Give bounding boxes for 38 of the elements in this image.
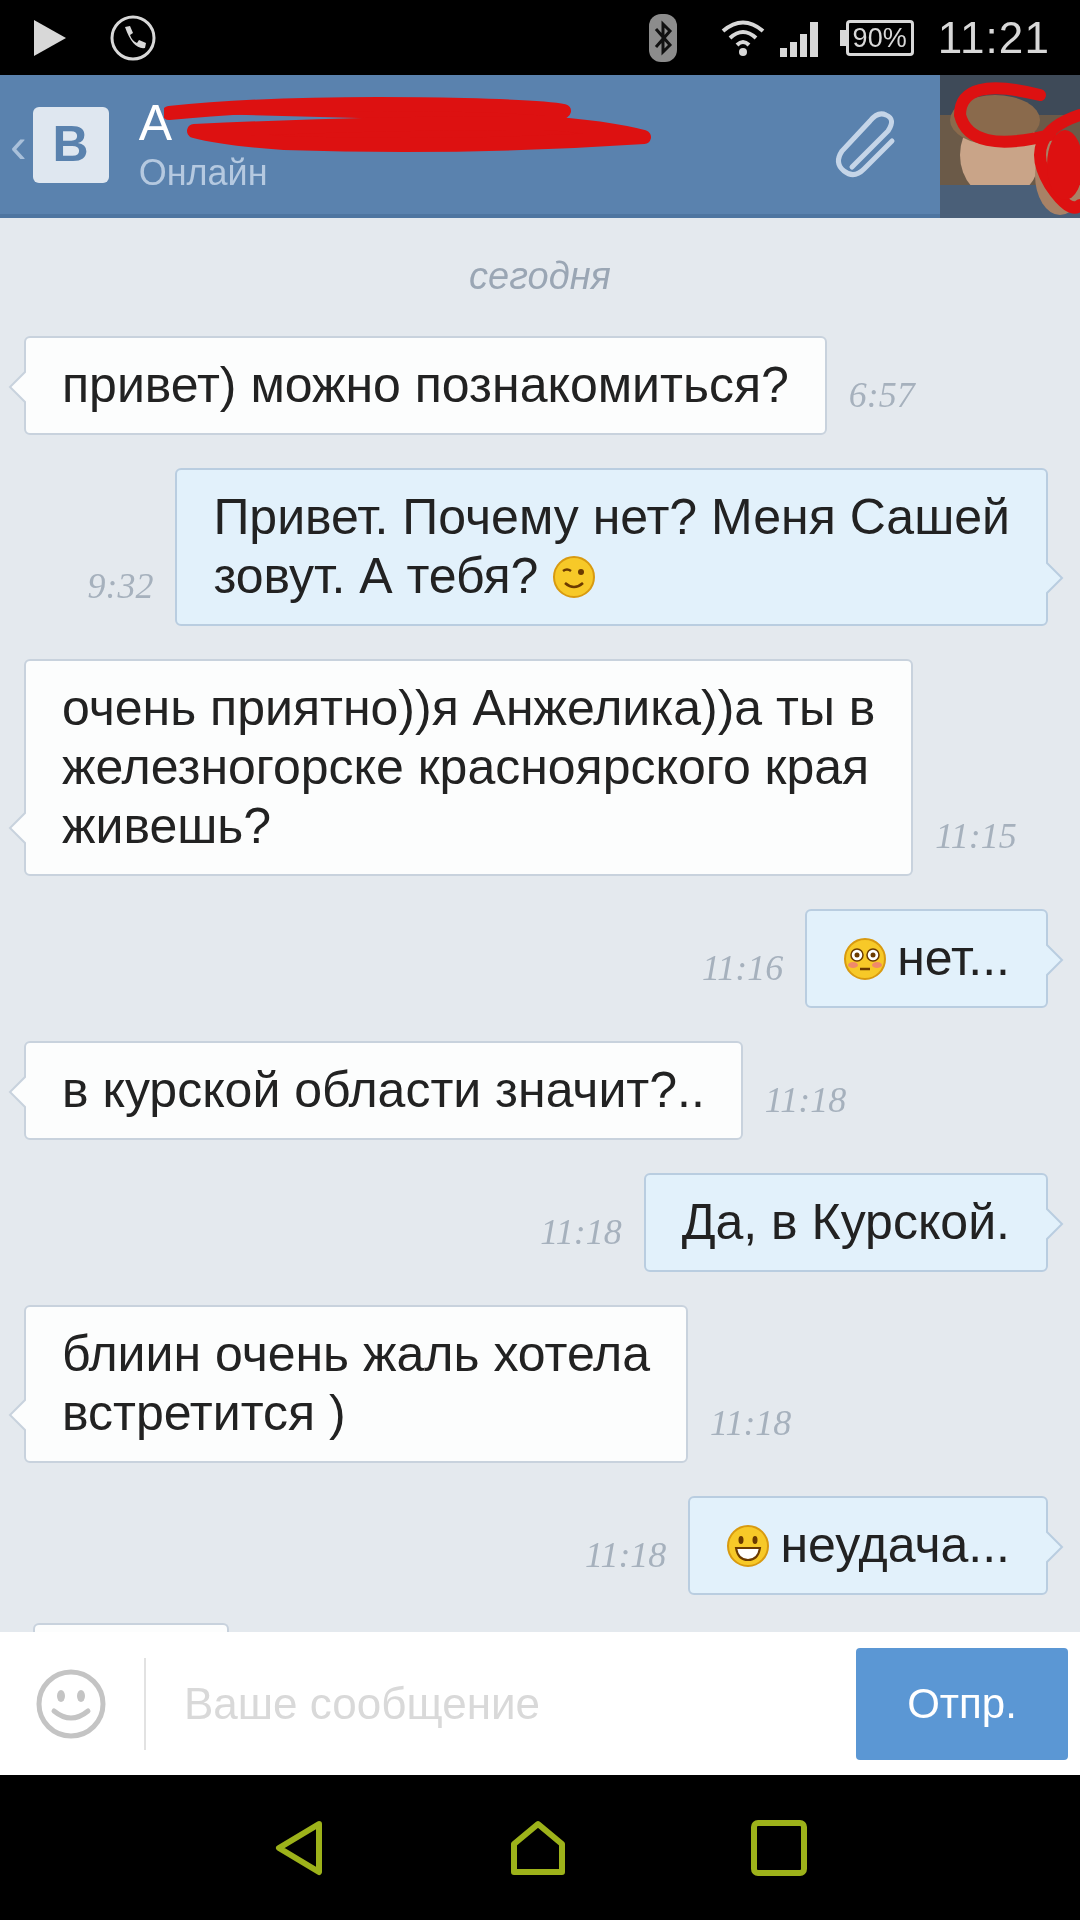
recent-apps-icon[interactable]	[751, 1819, 808, 1876]
message-bubble: очень приятно))я Анжелика))а ты в железногорске красноярского края живешь?	[24, 659, 914, 876]
send-button[interactable]: Отпр.	[856, 1647, 1068, 1760]
message-time: 11:16	[701, 947, 784, 990]
back-chevron[interactable]: ‹	[10, 119, 27, 170]
wifi-icon	[719, 17, 766, 58]
battery-nub-icon	[839, 29, 846, 46]
bubble-tail	[1046, 1529, 1064, 1565]
message-time: 6:57	[848, 374, 915, 417]
message-time: 11:18	[764, 1079, 847, 1122]
message-time: 11:18	[585, 1534, 667, 1577]
message-bubble: в курской области значит?..	[24, 1041, 743, 1140]
message-bubble: Да, в Курской.	[643, 1173, 1048, 1272]
message-time: 11:18	[540, 1211, 622, 1254]
bubble-tail	[8, 810, 26, 846]
bubble-tail	[8, 1074, 26, 1110]
bubble-tail	[1046, 1206, 1064, 1242]
bubble-tail	[8, 369, 26, 405]
emoji-smiley-icon	[36, 1668, 106, 1739]
clock: 11:21	[937, 11, 1050, 64]
online-status: Онлайн	[138, 150, 269, 195]
contact-name: А	[138, 94, 172, 151]
message-bubble: Привет. Почему нет? Меня Сашей зовут. А тебя?	[175, 468, 1048, 626]
message-time: 11:18	[710, 1402, 792, 1445]
message-time: 11:15	[935, 815, 1017, 858]
message-bubble: привет) можно познакомиться?	[24, 336, 827, 435]
message-bubble: неудача...	[688, 1496, 1048, 1595]
bluetooth-icon	[647, 12, 678, 63]
bubble-tail	[8, 1397, 26, 1433]
bubble-tail	[1046, 560, 1064, 596]
date-divider: сегодня	[469, 254, 611, 299]
bubble-tail	[1046, 942, 1064, 978]
message-bubble: нет...	[805, 909, 1048, 1008]
home-icon[interactable]	[510, 1819, 566, 1876]
message-time: 9:32	[87, 565, 154, 608]
logo-badge[interactable]: В	[32, 106, 109, 183]
message-bubble: блиин очень жаль хотела встретится )	[24, 1305, 689, 1463]
battery-level: 90%	[845, 19, 914, 56]
